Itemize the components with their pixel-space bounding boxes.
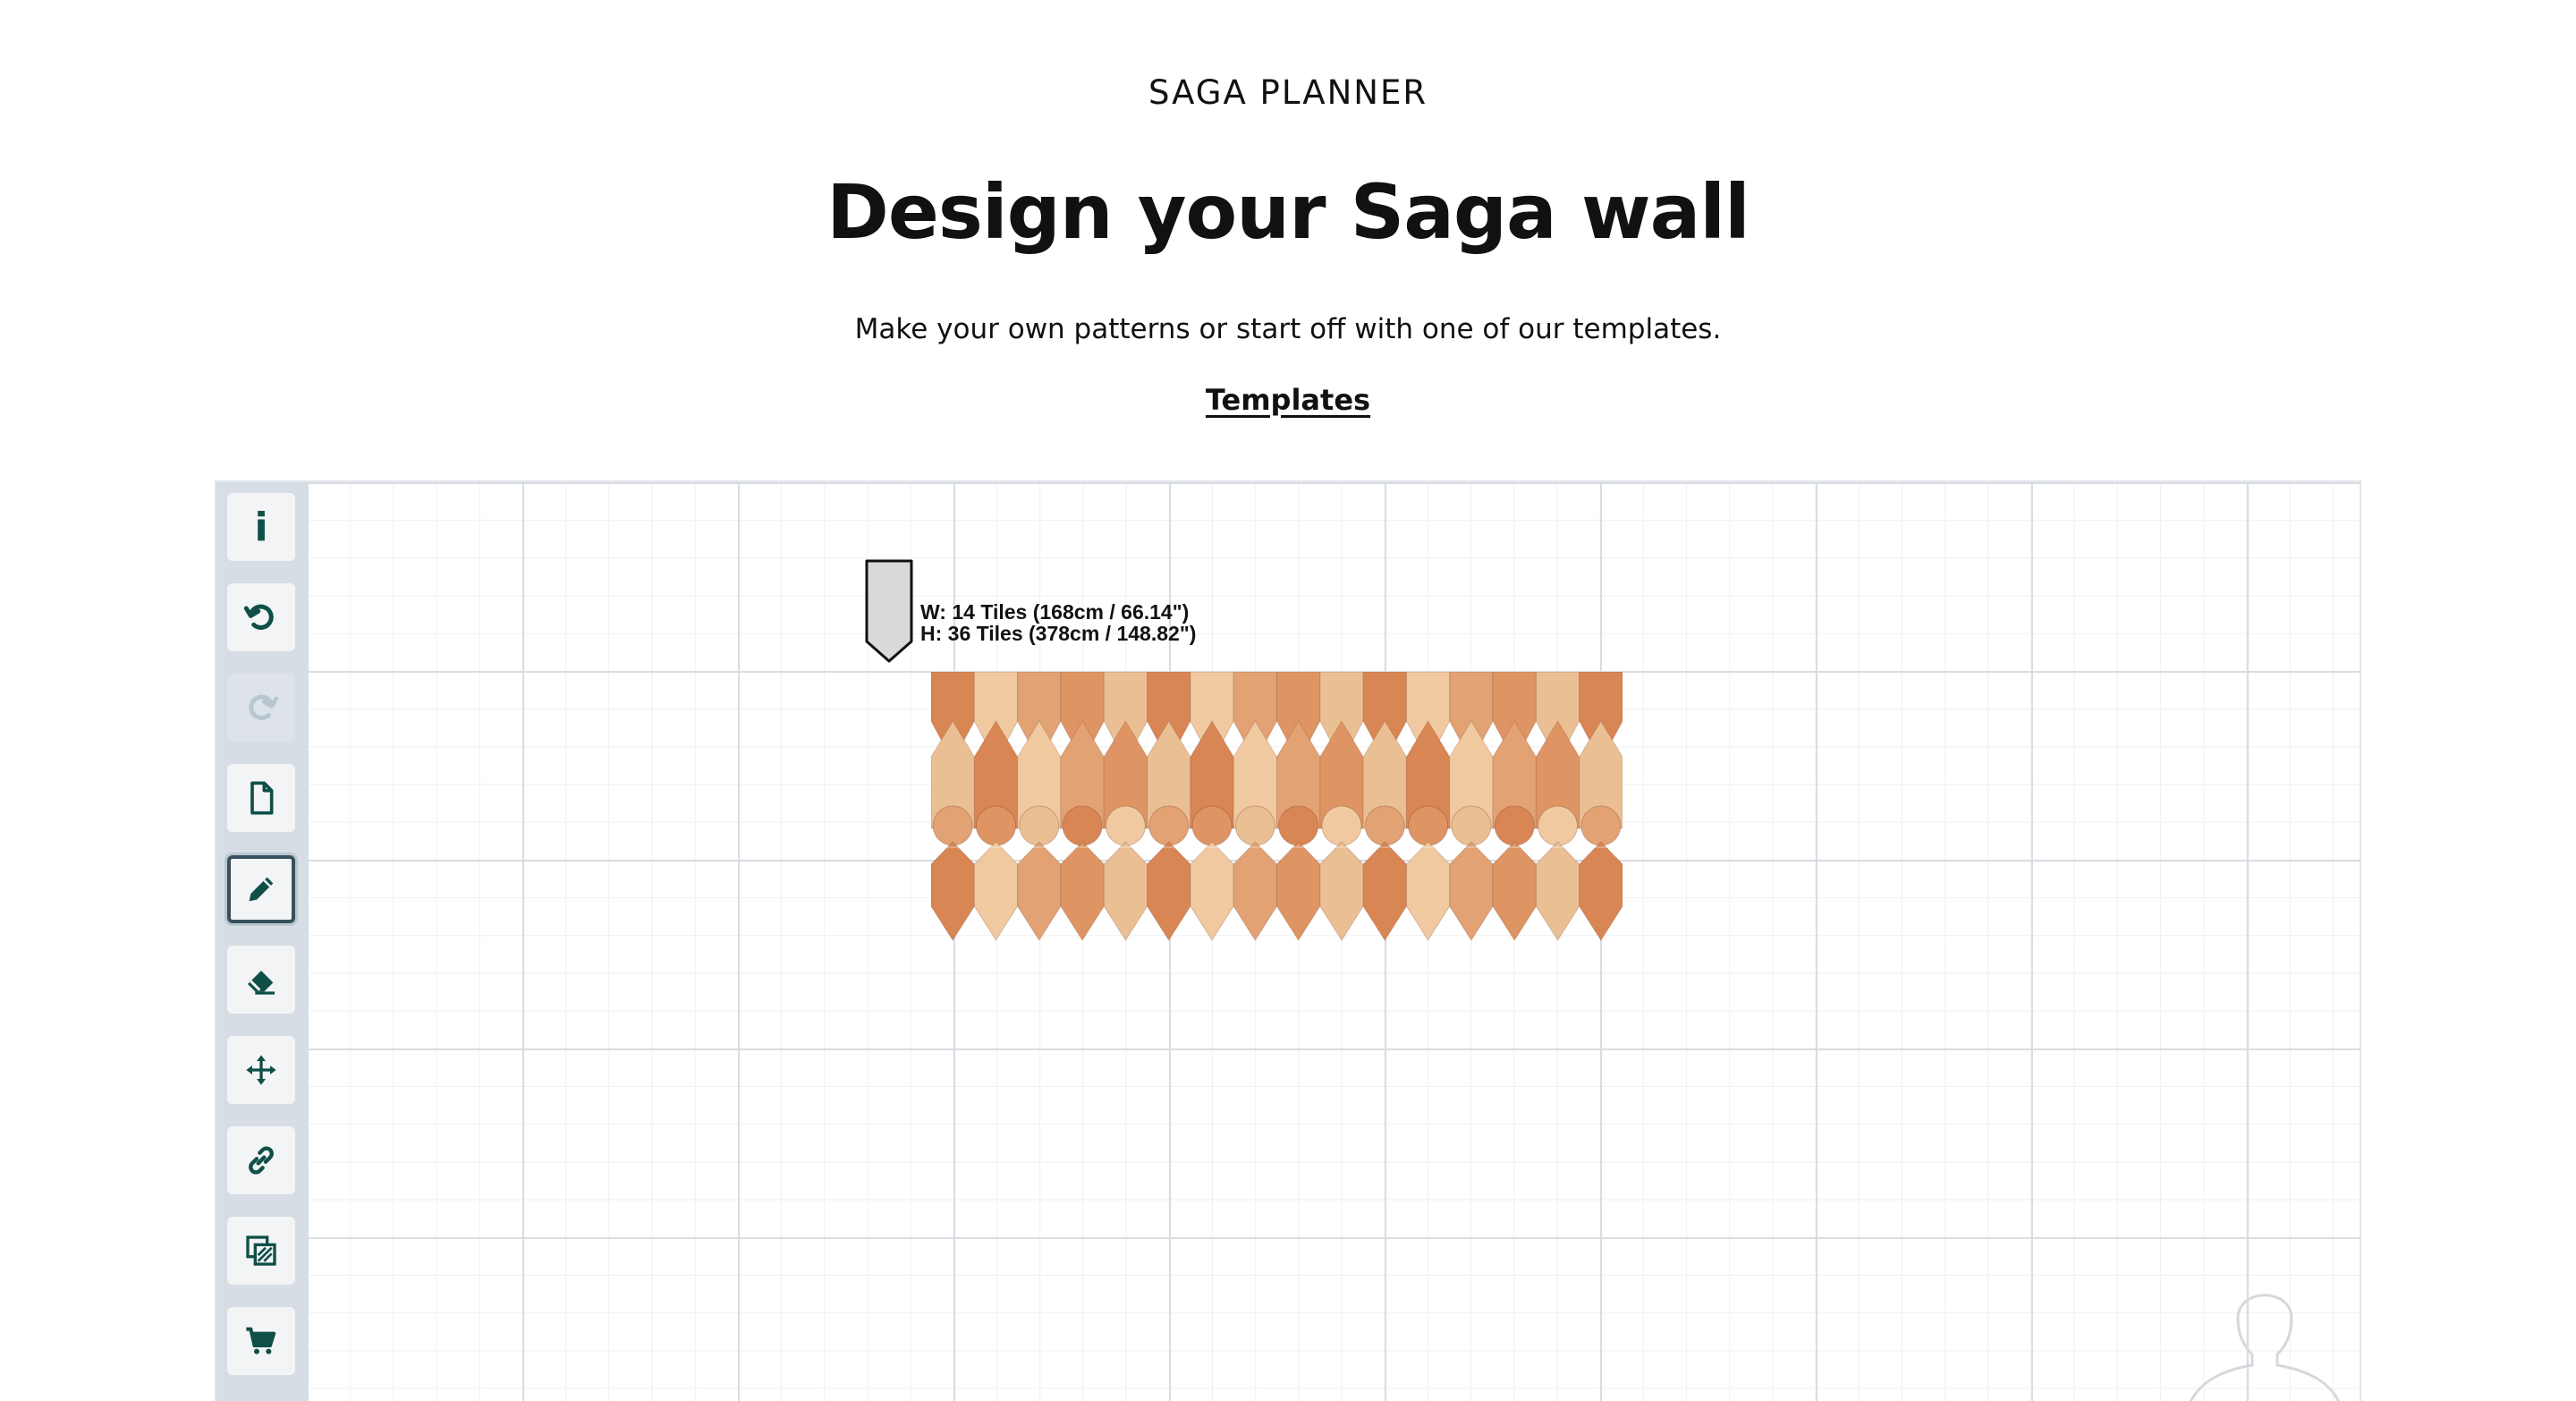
lower-tile: [1535, 841, 1580, 941]
planner-area: i W: 14 Tiles (168cm / 66.14") H: 36 Til…: [215, 480, 2361, 1401]
lower-tile: [1233, 841, 1277, 941]
lower-tile: [1103, 841, 1148, 941]
lower-tile: [1060, 841, 1105, 941]
round-tile: [1538, 805, 1579, 846]
round-tile: [1148, 805, 1190, 846]
lower-tile: [1579, 841, 1623, 941]
lower-tile: [1017, 841, 1062, 941]
page-subtitle: Make your own patterns or start off with…: [854, 313, 1722, 345]
saga-wall-pattern[interactable]: [931, 672, 1623, 942]
templates-link[interactable]: Templates: [1190, 383, 1386, 417]
height-dimension: H: 36 Tiles (378cm / 148.82"): [920, 622, 1197, 645]
lower-tile: [1276, 841, 1321, 941]
lower-tile: [931, 841, 975, 941]
page-title: Design your Saga wall: [826, 168, 1750, 256]
round-tile: [1234, 805, 1275, 846]
round-tile: [975, 805, 1016, 846]
round-tile: [1105, 805, 1146, 846]
lower-tile: [1449, 841, 1494, 941]
round-tile: [1451, 805, 1492, 846]
round-tile: [1408, 805, 1449, 846]
person-scale-icon: [2189, 1294, 2341, 1401]
round-tile: [1062, 805, 1103, 846]
round-tile: [1321, 805, 1362, 846]
design-canvas: W: 14 Tiles (168cm / 66.14") H: 36 Tiles…: [216, 482, 2360, 1401]
round-tile: [1580, 805, 1622, 846]
app-eyebrow: SAGA PLANNER: [1148, 73, 1428, 112]
lower-tile: [1405, 841, 1451, 941]
lower-tile: [1147, 841, 1191, 941]
round-tile: [1364, 805, 1405, 846]
round-tile: [1191, 805, 1233, 846]
lower-tile: [973, 841, 1019, 941]
lower-tile: [1319, 841, 1364, 941]
round-tile: [1278, 805, 1319, 846]
round-tile: [1019, 805, 1060, 846]
lower-tile: [1362, 841, 1407, 941]
lower-tile: [1190, 841, 1234, 941]
lower-tile: [1492, 841, 1537, 941]
wall-dimensions: W: 14 Tiles (168cm / 66.14") H: 36 Tiles…: [920, 601, 1196, 644]
round-tile: [1494, 805, 1535, 846]
width-dimension: W: 14 Tiles (168cm / 66.14"): [920, 600, 1190, 624]
tile-size-marker: [865, 559, 913, 663]
round-tile: [932, 805, 973, 846]
